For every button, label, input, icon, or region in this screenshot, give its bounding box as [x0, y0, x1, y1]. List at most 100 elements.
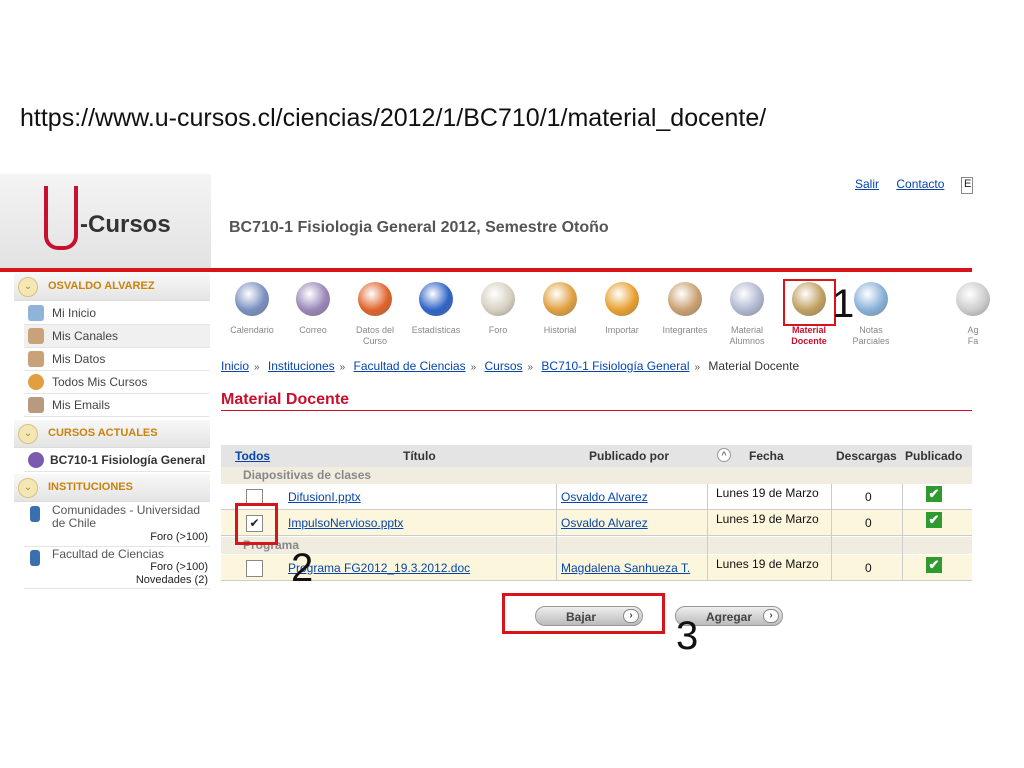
calendar-icon: [235, 282, 269, 316]
toolbar-item-label: Datos del Curso: [347, 325, 403, 347]
breadcrumb-cursos[interactable]: Cursos: [485, 359, 523, 373]
logo-u-mark: [44, 186, 78, 250]
toolbar-label-line1: Foro: [488, 325, 508, 335]
sidebar-item-mi-inicio[interactable]: Mi Inicio: [24, 302, 210, 325]
toolbar-item-5[interactable]: Foro: [470, 282, 526, 336]
institution-icon: [30, 506, 40, 522]
logo-text: -Cursos: [80, 211, 171, 238]
user-icon: [28, 351, 44, 367]
student-material-icon: [730, 282, 764, 316]
toolbar-item-label: Foro: [470, 325, 526, 336]
divider: [221, 410, 972, 411]
mail-icon: [28, 397, 44, 413]
sidebar-item-label: BC710-1 Fisiología General: [50, 453, 206, 467]
column-divider: [707, 484, 708, 581]
sidebar-section-courses[interactable]: ⌄ CURSOS ACTUALES: [14, 420, 210, 448]
page-title: Material Docente: [221, 391, 350, 408]
toolbar-item-4[interactable]: Estadísticas: [408, 282, 464, 336]
toolbar-label-line1: Ag: [967, 325, 979, 335]
contact-link[interactable]: Contacto: [896, 177, 944, 191]
sidebar-item-mis-emails[interactable]: Mis Emails: [24, 394, 210, 417]
sort-icon[interactable]: ^: [717, 448, 731, 462]
row-checkbox[interactable]: [246, 560, 263, 577]
column-header-publicado-por[interactable]: Publicado por: [589, 449, 669, 463]
sidebar-item-comunidades[interactable]: Comunidades - Universidad de Chile Foro …: [24, 503, 210, 547]
toolbar-label-line1: Estadísticas: [411, 325, 461, 335]
toolbar-item-6[interactable]: Historial: [532, 282, 588, 336]
toolbar-label-line1: Historial: [543, 325, 577, 335]
sidebar-item-todos-mis-cursos[interactable]: Todos Mis Cursos: [24, 371, 210, 394]
table-row: Programa FG2012_19.3.2012.doc Magdalena …: [221, 555, 972, 581]
breadcrumb-course[interactable]: BC710-1 Fisiología General: [541, 359, 689, 373]
breadcrumb-instituciones[interactable]: Instituciones: [268, 359, 335, 373]
toolbar-label-line1: Calendario: [230, 325, 274, 335]
sidebar-section-label: CURSOS ACTUALES: [48, 427, 158, 439]
toolbar-item-7[interactable]: Importar: [594, 282, 650, 336]
breadcrumb-inicio[interactable]: Inicio: [221, 359, 249, 373]
breadcrumb-facultad[interactable]: Facultad de Ciencias: [354, 359, 466, 373]
annotation-box-2: [235, 503, 278, 545]
chevron-down-icon: ⌄: [18, 478, 38, 498]
sidebar-section-label: INSTITUCIONES: [48, 481, 133, 493]
toolbar-item-label: Correo: [285, 325, 341, 336]
toolbar-item-9[interactable]: Material Alumnos: [719, 282, 775, 347]
sidebar-item-label: Mi Inicio: [52, 306, 97, 320]
grades-icon: [854, 282, 888, 316]
file-link[interactable]: Programa FG2012_19.3.2012.doc: [288, 561, 470, 575]
sidebar-section-user[interactable]: ⌄ OSVALDO ALVAREZ: [14, 273, 210, 301]
toolbar-item-1[interactable]: Calendario: [224, 282, 280, 336]
home-icon: [28, 305, 44, 321]
toolbar-label-line2: Docente: [791, 336, 827, 346]
sidebar-item-mis-canales[interactable]: Mis Canales: [24, 325, 210, 348]
forum-icon: [481, 282, 515, 316]
sidebar-item-mis-datos[interactable]: Mis Datos: [24, 348, 210, 371]
news-count[interactable]: Novedades (2): [136, 574, 208, 586]
toolbar-label-line1: Importar: [605, 325, 639, 335]
sidebar-user-name: OSVALDO ALVAREZ: [48, 280, 155, 292]
file-link[interactable]: DifusionI.pptx: [288, 490, 361, 504]
toolbar-label-line1: Datos del: [355, 325, 395, 335]
table-row: DifusionI.pptx Osvaldo Alvarez Lunes 19 …: [221, 484, 972, 510]
publisher-link[interactable]: Magdalena Sanhueza T.: [561, 561, 690, 575]
annotation-number-2: 2: [291, 546, 314, 590]
sidebar-item-label: de Chile: [52, 516, 97, 530]
toolbar-item-3[interactable]: Datos del Curso: [347, 282, 403, 347]
user-icon: [28, 328, 44, 344]
downloads-cell: 0: [865, 561, 872, 575]
toolbar-label-line2: Curso: [362, 336, 387, 346]
column-header-descargas[interactable]: Descargas: [836, 449, 897, 463]
sidebar-item-course[interactable]: BC710-1 Fisiología General: [24, 449, 210, 472]
group-header: Diapositivas de clases: [221, 467, 972, 484]
course-icon: [28, 452, 44, 468]
column-header-titulo[interactable]: Título: [403, 449, 436, 463]
sidebar-section-institutions[interactable]: ⌄ INSTITUCIONES: [14, 474, 210, 502]
forum-count[interactable]: Foro (>100): [150, 561, 208, 573]
sidebar-item-facultad[interactable]: Facultad de Ciencias Foro (>100) Novedad…: [24, 547, 210, 589]
forum-count[interactable]: Foro (>100): [150, 531, 208, 543]
select-all-link[interactable]: Todos: [235, 449, 270, 463]
logout-link[interactable]: Salir: [855, 177, 879, 191]
members-icon: [668, 282, 702, 316]
toolbar-item-label: Calendario: [224, 325, 280, 336]
toolbar-item-8[interactable]: Integrantes: [657, 282, 713, 336]
file-link[interactable]: ImpulsoNervioso.pptx: [288, 516, 403, 530]
toolbar-item-12[interactable]: Ag Fa: [945, 282, 1001, 347]
annotation-box-1: [783, 279, 836, 326]
import-icon: [605, 282, 639, 316]
date-cell: Lunes 19 de Marzo: [716, 486, 819, 500]
mail-icon: [296, 282, 330, 316]
column-header-fecha[interactable]: Fecha: [749, 449, 784, 463]
column-divider: [902, 484, 903, 581]
toolbar-item-2[interactable]: Correo: [285, 282, 341, 336]
stats-icon: [419, 282, 453, 316]
column-header-publicado[interactable]: Publicado: [905, 449, 962, 463]
published-check-icon: ✔: [926, 557, 942, 573]
toolbar-item-label: Historial: [532, 325, 588, 336]
publisher-link[interactable]: Osvaldo Alvarez: [561, 490, 648, 504]
url-caption: https://www.u-cursos.cl/ciencias/2012/1/…: [20, 104, 767, 132]
top-links: Salir Contacto: [855, 177, 958, 191]
language-selector[interactable]: E: [961, 177, 973, 194]
publisher-link[interactable]: Osvaldo Alvarez: [561, 516, 648, 530]
course-data-icon: [358, 282, 392, 316]
group-header: Programa: [221, 537, 972, 554]
